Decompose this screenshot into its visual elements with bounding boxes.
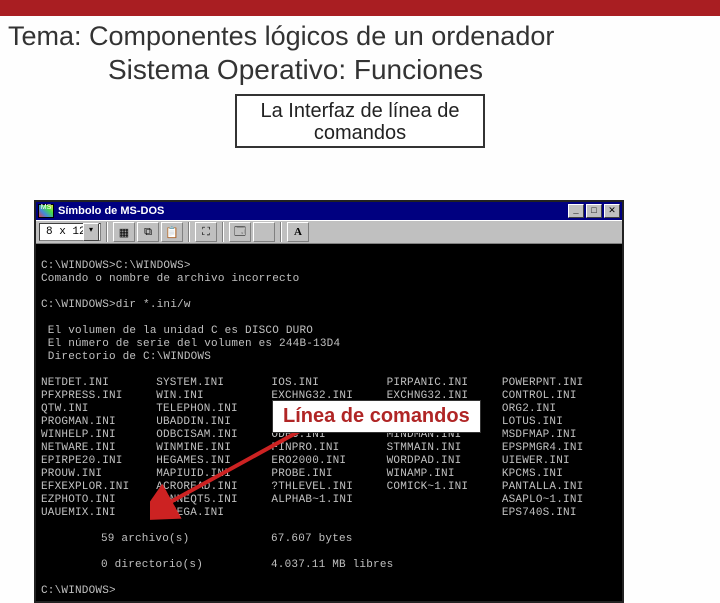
file-entry: WORDPAD.INI [387, 455, 502, 468]
file-entry: MSDFMAP.INI [502, 429, 617, 442]
summary-dirs: 0 directorio(s) [101, 559, 271, 572]
font-button[interactable]: A [287, 222, 309, 242]
file-entry: PANTALLA.INI [502, 481, 617, 494]
console-line: Directorio de C:\WINDOWS [41, 351, 211, 363]
console-line: Comando o nombre de archivo incorrecto [41, 273, 299, 285]
file-entry: WINAMP.INI [387, 468, 502, 481]
slide-title: Tema: Componentes lógicos de un ordenado… [0, 16, 720, 52]
file-entry: IOS.INI [271, 377, 386, 390]
file-entry: PROBE.INI [271, 468, 386, 481]
console-line: C:\WINDOWS>dir *.ini/w [41, 299, 191, 311]
background-button[interactable] [253, 222, 275, 242]
file-entry: STMMAIN.INI [387, 442, 502, 455]
file-column: SYSTEM.INIWIN.INITELEPHON.INIUBADDIN.INI… [156, 377, 271, 520]
console-line: El volumen de la unidad C es DISCO DURO [41, 325, 313, 337]
file-entry: PIRPANIC.INI [387, 377, 502, 390]
file-entry: PROUW.INI [41, 468, 156, 481]
window-title: Símbolo de MS-DOS [58, 205, 568, 217]
file-entry: HEGAMES.INI [156, 455, 271, 468]
file-entry: SYSTEM.INI [156, 377, 271, 390]
close-button[interactable]: ✕ [604, 204, 620, 218]
file-entry: TELEPHON.INI [156, 403, 271, 416]
copy-button[interactable]: ⧉ [137, 222, 159, 242]
file-column: PIRPANIC.INIEXCHNG32.INIPROTOCOL.INIODBC… [387, 377, 502, 520]
summary-free: 4.037.11 MB libres [271, 559, 393, 572]
file-listing: NETDET.INIPFXPRESS.INIQTW.INIPROGMAN.INI… [41, 377, 617, 520]
accent-bar [0, 0, 720, 16]
file-entry: WINHELP.INI [41, 429, 156, 442]
file-entry: UAUEMIX.INI [41, 507, 156, 520]
font-size-combo[interactable]: 8 x 12 [39, 223, 101, 241]
file-entry: CONNEQT5.INI [156, 494, 271, 507]
maximize-button[interactable]: □ [586, 204, 602, 218]
file-entry: NETDET.INI [41, 377, 156, 390]
file-entry: COMICK~1.INI [387, 481, 502, 494]
file-entry: POWERPNT.INI [502, 377, 617, 390]
file-entry: NETWARE.INI [41, 442, 156, 455]
file-column: IOS.INIEXCHNG32.INIPTCOUNTY.INIMSOFFICE.… [271, 377, 386, 520]
mark-button[interactable]: ▦ [113, 222, 135, 242]
file-entry: ERO2000.INI [271, 455, 386, 468]
paste-button[interactable]: 📋 [161, 222, 183, 242]
file-entry: PFXPRESS.INI [41, 390, 156, 403]
file-column: POWERPNT.INICONTROL.INIORG2.INILOTUS.INI… [502, 377, 617, 520]
file-entry: ODBCISAM.INI [156, 429, 271, 442]
file-entry: FINPRO.INI [271, 442, 386, 455]
file-entry: ALPHAB~1.INI [271, 494, 386, 507]
annotation-label: Línea de comandos [272, 400, 481, 433]
file-entry: IOMEGA.INI [156, 507, 271, 520]
properties-button[interactable]: 🗔 [229, 222, 251, 242]
toolbar: 8 x 12 ▦ ⧉ 📋 ⛶ 🗔 A [36, 220, 622, 244]
console-prompt: C:\WINDOWS> [41, 585, 116, 597]
file-entry: MAPIUID.INI [156, 468, 271, 481]
file-entry: CONTROL.INI [502, 390, 617, 403]
console-line: El número de serie del volumen es 244B-1… [41, 338, 340, 350]
file-entry: UIEWER.INI [502, 455, 617, 468]
file-entry: QTW.INI [41, 403, 156, 416]
file-entry: WIN.INI [156, 390, 271, 403]
file-entry: WINMINE.INI [156, 442, 271, 455]
file-entry: PROGMAN.INI [41, 416, 156, 429]
file-entry: LOTUS.INI [502, 416, 617, 429]
console-line: C:\WINDOWS>C:\WINDOWS> [41, 260, 191, 272]
titlebar[interactable]: MS Símbolo de MS-DOS _ □ ✕ [36, 202, 622, 220]
file-entry: EPSPMGR4.INI [502, 442, 617, 455]
caption-box: La Interfaz de línea de comandos [235, 94, 485, 148]
file-entry: EPS740S.INI [502, 507, 617, 520]
file-entry: EZPHOTO.INI [41, 494, 156, 507]
file-entry: ORG2.INI [502, 403, 617, 416]
file-entry: EFXEXPLOR.INI [41, 481, 156, 494]
file-entry: ASAPLO~1.INI [502, 494, 617, 507]
file-entry: KPCMS.INI [502, 468, 617, 481]
msdos-icon: MS [38, 204, 54, 218]
file-column: NETDET.INIPFXPRESS.INIQTW.INIPROGMAN.INI… [41, 377, 156, 520]
file-entry: EPIRPE20.INI [41, 455, 156, 468]
file-entry: ACROREAD.INI [156, 481, 271, 494]
slide-subtitle: Sistema Operativo: Funciones [0, 52, 720, 92]
file-entry: UBADDIN.INI [156, 416, 271, 429]
minimize-button[interactable]: _ [568, 204, 584, 218]
file-entry: ?THLEVEL.INI [271, 481, 386, 494]
fullscreen-button[interactable]: ⛶ [195, 222, 217, 242]
